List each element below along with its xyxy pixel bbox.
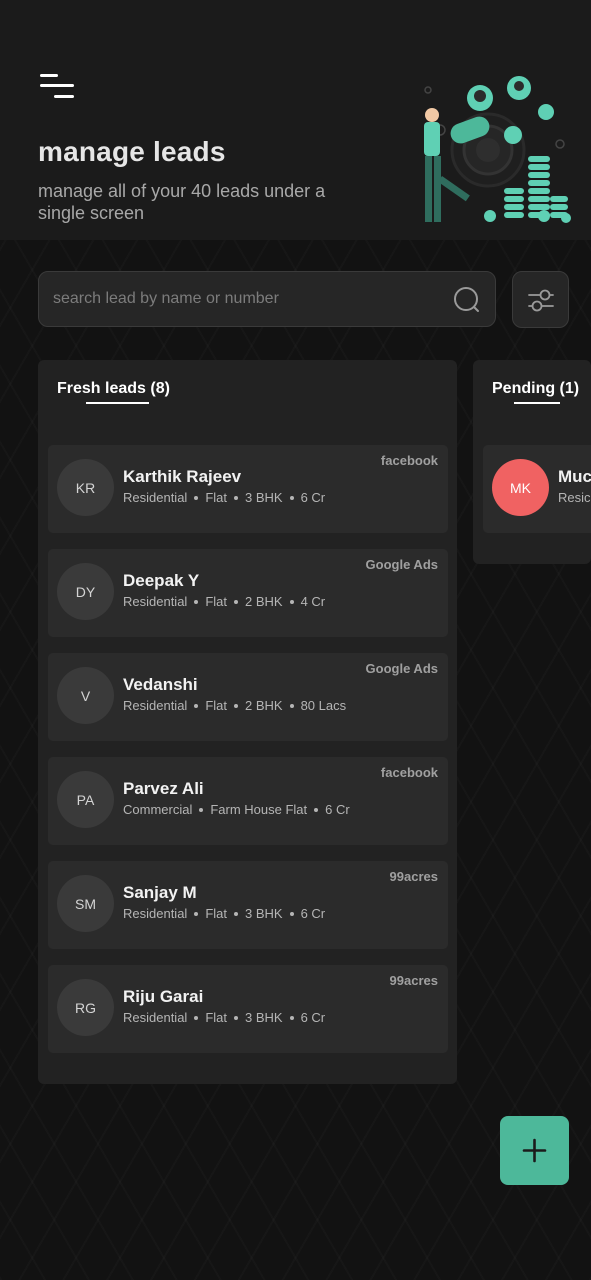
lead-meta: Residential Flat 3 BHK 6 Cr xyxy=(123,906,326,921)
lead-source: facebook xyxy=(380,765,438,780)
avatar: KR xyxy=(57,459,114,516)
lead-card[interactable]: V Vedanshi Residential Flat 2 BHK 80 Lacs G… xyxy=(48,653,448,741)
menu-icon[interactable] xyxy=(38,72,78,102)
lead-card[interactable]: PA Parvez Ali Commercial Farm House Flat 6… xyxy=(48,757,448,845)
lead-source: facebook xyxy=(380,453,438,468)
filter-sliders-icon xyxy=(528,289,554,312)
column-title: Fresh leads (8) xyxy=(57,380,170,404)
lead-meta: Commercial Farm House Flat 6 Cr xyxy=(123,802,350,817)
lead-card[interactable]: DY Deepak Y Residential Flat 2 BHK 4 Cr Goo… xyxy=(48,549,448,637)
lead-name: Parvez Ali xyxy=(123,779,204,798)
search-input[interactable] xyxy=(53,272,443,326)
lead-name: Vedanshi xyxy=(123,675,198,694)
lead-card[interactable]: MK Muc Resic xyxy=(483,445,591,533)
plus-icon xyxy=(522,1138,547,1163)
lead-source: Google Ads xyxy=(365,661,438,676)
lead-meta: Residential Flat 2 BHK 80 Lacs xyxy=(123,698,347,713)
lead-source: 99acres xyxy=(389,973,438,988)
fresh-leads-column: Fresh leads (8) KR Karthik Rajeev Reside… xyxy=(38,360,457,1084)
column-count: (1) xyxy=(555,380,580,397)
column-title: Pending (1) xyxy=(492,380,580,404)
lead-name: Muc xyxy=(558,467,591,486)
lead-card[interactable]: RG Riju Garai Residential Flat 3 BHK 6 Cr 9… xyxy=(48,965,448,1053)
column-title-label: leads xyxy=(105,380,146,397)
lead-card[interactable]: SM Sanjay M Residential Flat 3 BHK 6 Cr 99a… xyxy=(48,861,448,949)
lead-source: 99acres xyxy=(389,869,438,884)
avatar: MK xyxy=(492,459,549,516)
page-subtitle: manage all of your 40 leads under a sing… xyxy=(38,181,326,223)
lead-name: Karthik Rajeev xyxy=(123,467,242,486)
lead-magnet-illustration xyxy=(424,76,571,223)
lead-meta: Residential Flat 3 BHK 6 Cr xyxy=(123,490,326,505)
column-title-label: Pending xyxy=(492,380,556,397)
avatar: DY xyxy=(57,563,114,620)
column-count: (8) xyxy=(145,380,170,397)
avatar: PA xyxy=(57,771,114,828)
avatar: V xyxy=(57,667,114,724)
lead-name: Riju Garai xyxy=(123,987,204,1006)
lead-name: Deepak Y xyxy=(123,571,200,590)
lead-meta: Resic xyxy=(558,490,591,505)
avatar: SM xyxy=(57,875,114,932)
lead-card[interactable]: KR Karthik Rajeev Residential Flat 3 BHK 6 … xyxy=(48,445,448,533)
lead-meta: Residential Flat 3 BHK 6 Cr xyxy=(123,1010,326,1025)
filter-button[interactable] xyxy=(512,271,569,328)
add-lead-button[interactable] xyxy=(500,1116,569,1185)
page-title: manage leads xyxy=(38,136,226,167)
search-icon[interactable] xyxy=(453,286,481,314)
lead-name: Sanjay M xyxy=(123,883,197,902)
lead-meta: Residential Flat 2 BHK 4 Cr xyxy=(123,594,326,609)
pending-leads-column: Pending (1) MK Muc Resic xyxy=(473,360,591,564)
avatar: RG xyxy=(57,979,114,1036)
search-bar xyxy=(38,271,496,327)
header: manage leads manage all of your 40 leads… xyxy=(0,0,591,240)
lead-source: Google Ads xyxy=(365,557,438,572)
